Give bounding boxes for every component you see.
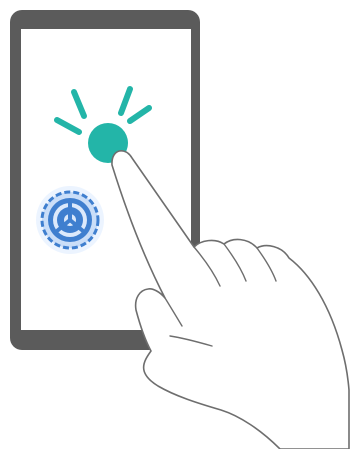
gear-badge-icon	[36, 186, 104, 254]
gesture-illustration	[10, 10, 350, 449]
hand-pointer-icon	[111, 150, 350, 449]
